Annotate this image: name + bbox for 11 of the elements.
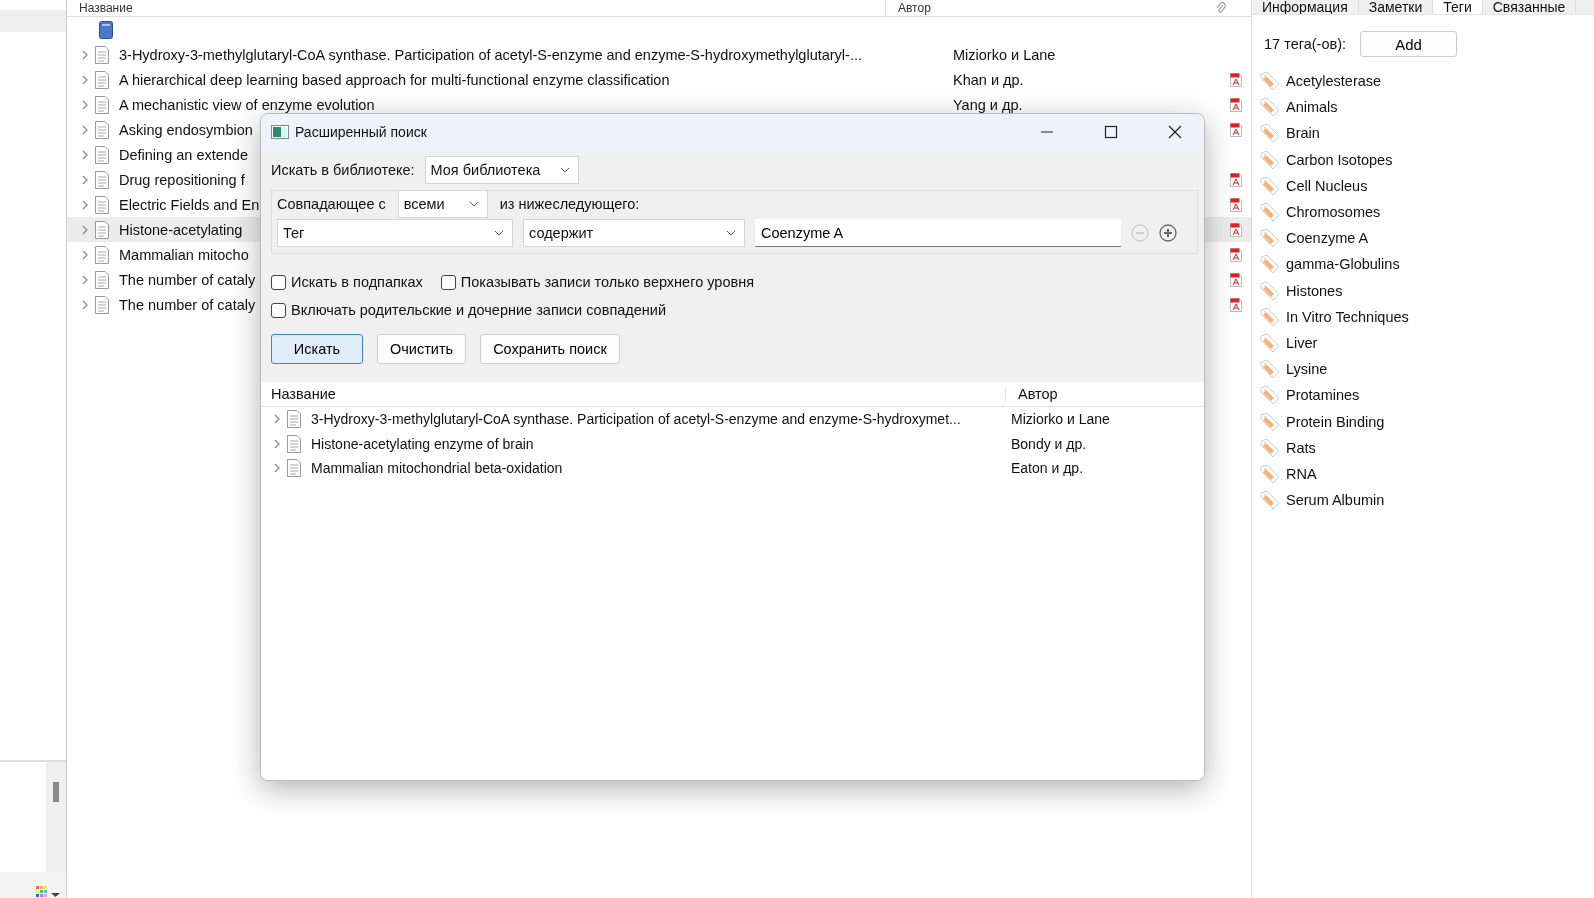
tag-count: 17 тега(-ов): — [1264, 36, 1346, 52]
item-author: Khan и др. — [953, 71, 1024, 88]
result-author: Eaton и др. — [1011, 460, 1084, 477]
item-author: Yang и др. — [953, 96, 1023, 113]
result-author: Bondy и др. — [1011, 435, 1087, 452]
library-label: Искать в библиотеке: — [271, 162, 415, 178]
match-suffix: из нижеследующего: — [499, 196, 640, 212]
result-author: Miziorko и Lane — [1011, 411, 1110, 428]
match-label: Совпадающее с — [277, 196, 386, 212]
window-title: Расширенный поиск — [295, 124, 427, 140]
item-author: Miziorko и Lane — [953, 46, 1056, 63]
